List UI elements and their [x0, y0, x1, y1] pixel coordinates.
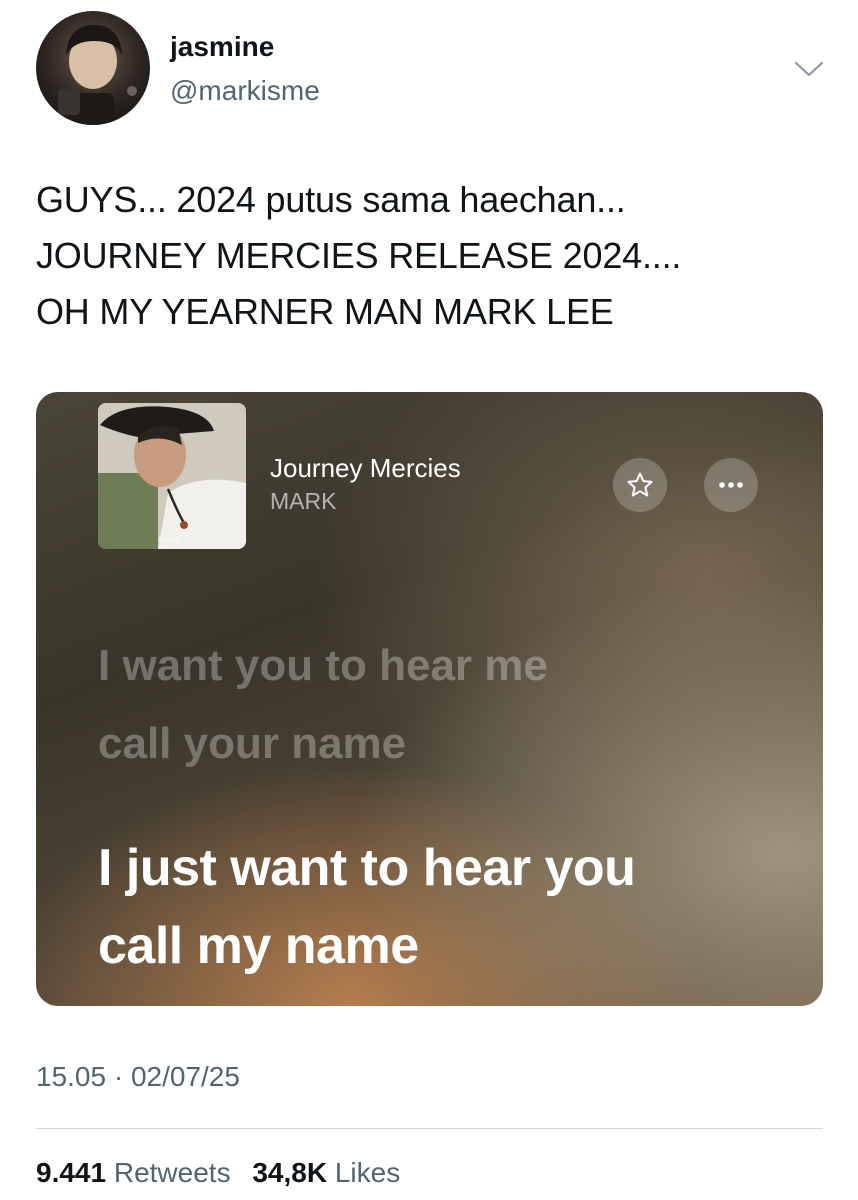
tweet-line: GUYS... 2024 putus sama haechan...	[36, 179, 626, 220]
engagement-stats: 9.441 Retweets 34,8K Likes	[36, 1156, 414, 1190]
likes-label: Likes	[334, 1157, 401, 1188]
lyric-line-previous: call your name	[98, 719, 407, 768]
chevron-down-icon[interactable]	[790, 54, 828, 84]
lyric-line-previous: I want you to hear me	[98, 641, 548, 690]
album-caption: MARK	[158, 537, 181, 544]
likes-stat[interactable]: 34,8K Likes	[252, 1156, 400, 1190]
lyric-line-current: I just want to hear you	[98, 839, 636, 897]
timestamp[interactable]: 15.05 · 02/07/25	[36, 1060, 240, 1094]
tweet-text: GUYS... 2024 putus sama haechan... JOURN…	[36, 172, 826, 340]
song-title: Journey Mercies	[270, 453, 461, 483]
retweets-count: 9.441	[36, 1157, 107, 1188]
retweets-stat[interactable]: 9.441 Retweets	[36, 1156, 231, 1190]
display-name[interactable]: jasmine	[170, 30, 274, 64]
username[interactable]: @markisme	[170, 74, 320, 108]
avatar[interactable]	[36, 11, 150, 125]
tweet-line: OH MY YEARNER MAN MARK LEE	[36, 291, 614, 332]
lyric-line-current: call my name	[98, 917, 419, 975]
divider	[36, 1128, 823, 1129]
more-options-button[interactable]	[704, 458, 758, 512]
star-icon	[627, 472, 653, 497]
lyrics-card[interactable]: MARK Journey Mercies MARK I want you to …	[36, 392, 823, 1006]
song-artist: MARK	[270, 488, 337, 514]
tweet-line: JOURNEY MERCIES RELEASE 2024....	[36, 235, 682, 276]
favorite-button[interactable]	[613, 458, 667, 512]
ellipsis-icon	[719, 482, 743, 488]
retweets-label: Retweets	[113, 1157, 231, 1188]
album-cover[interactable]: MARK	[98, 403, 246, 549]
likes-count: 34,8K	[252, 1157, 328, 1188]
